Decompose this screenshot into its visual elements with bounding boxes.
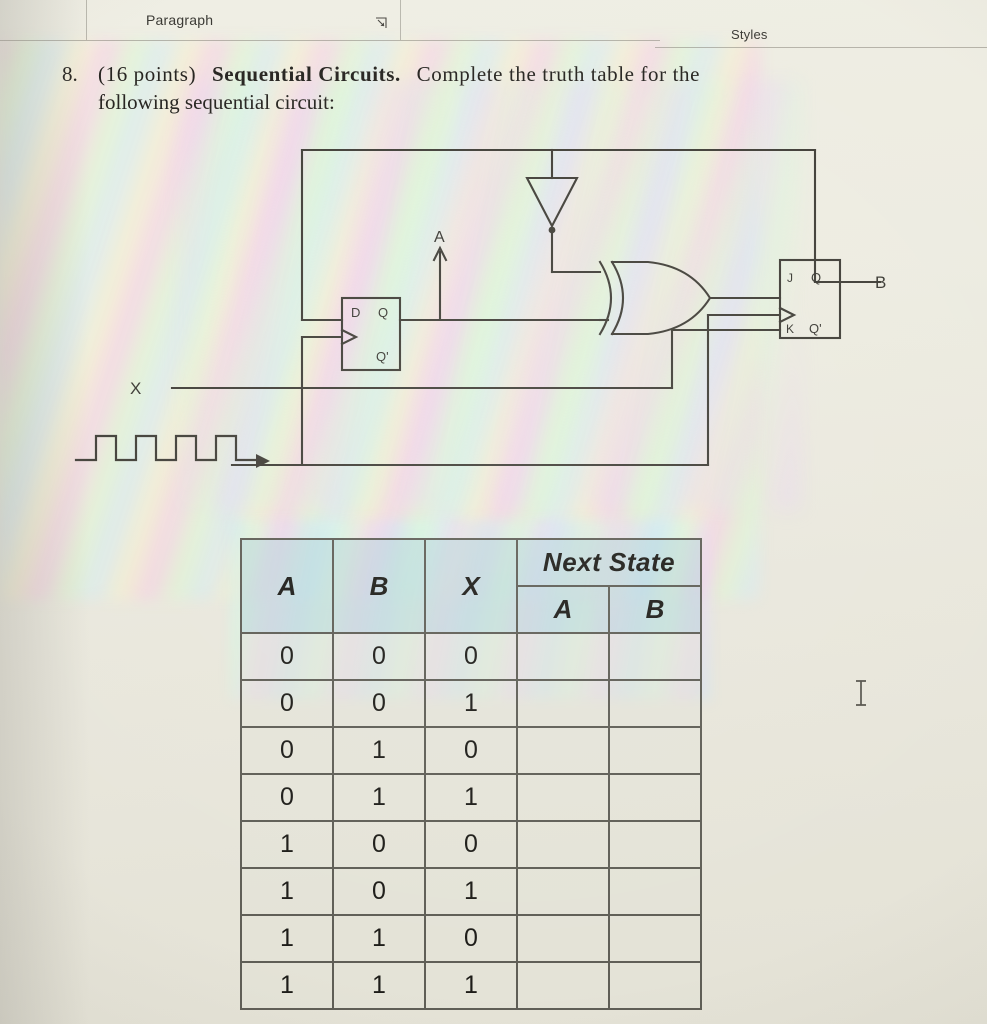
col-header-a: A xyxy=(240,538,334,634)
dff-label-qbar: Q' xyxy=(376,349,389,364)
cell-next-a[interactable] xyxy=(516,679,610,728)
xor-gate-body xyxy=(610,260,712,336)
col-header-x: X xyxy=(424,538,518,634)
cell-next-b[interactable] xyxy=(608,726,702,775)
dialog-box-launcher-icon[interactable] xyxy=(374,16,389,31)
points-label: (16 points) xyxy=(98,62,197,86)
jk-flip-flop-clock-triangle xyxy=(778,306,797,324)
cell-a: 1 xyxy=(240,867,334,916)
cell-next-b[interactable] xyxy=(608,914,702,963)
cell-x: 1 xyxy=(424,679,518,728)
cell-b: 1 xyxy=(332,726,426,775)
styles-group-label: Styles xyxy=(731,27,768,42)
question-title: Sequential Circuits. xyxy=(211,62,401,86)
cell-x: 0 xyxy=(424,632,518,681)
cell-next-b[interactable] xyxy=(608,961,702,1010)
cell-x: 1 xyxy=(424,867,518,916)
jk-label-q: Q xyxy=(811,270,821,285)
col-header-next-a: A xyxy=(516,585,610,634)
paragraph-group-label: Paragraph xyxy=(146,12,214,28)
dff-label-q: Q xyxy=(378,305,388,320)
circuit-label-b: B xyxy=(875,273,886,292)
ribbon-rule-right xyxy=(655,47,987,48)
ribbon-bar: Paragraph Styles xyxy=(0,0,987,52)
table-row: 110 xyxy=(240,914,702,963)
cell-b: 1 xyxy=(332,773,426,822)
cell-x: 1 xyxy=(424,961,518,1010)
cell-b: 0 xyxy=(332,867,426,916)
jk-label-j: J xyxy=(787,271,793,285)
cell-b: 1 xyxy=(332,961,426,1010)
table-row: 000 xyxy=(240,632,702,681)
cell-next-a[interactable] xyxy=(516,914,610,963)
question-prompt-rest: Complete the truth table for the xyxy=(416,62,701,86)
cell-next-a[interactable] xyxy=(516,632,610,681)
cell-next-b[interactable] xyxy=(608,820,702,869)
cell-next-b[interactable] xyxy=(608,632,702,681)
cell-next-b[interactable] xyxy=(608,679,702,728)
question-number: 8. xyxy=(62,62,78,86)
xor-gate-back-arc-outer xyxy=(598,260,612,336)
cell-a: 0 xyxy=(240,679,334,728)
cell-a: 0 xyxy=(240,632,334,681)
cell-b: 1 xyxy=(332,914,426,963)
cell-a: 1 xyxy=(240,914,334,963)
cell-x: 0 xyxy=(424,820,518,869)
cell-next-b[interactable] xyxy=(608,867,702,916)
col-header-next-b: B xyxy=(608,585,702,634)
cell-next-a[interactable] xyxy=(516,773,610,822)
cell-b: 0 xyxy=(332,679,426,728)
table-header-row-group: A B X Next State xyxy=(240,538,702,634)
jk-label-qbar: Q' xyxy=(809,321,822,336)
ribbon-divider-mid xyxy=(400,0,401,40)
table-row: 100 xyxy=(240,820,702,869)
table-row: 011 xyxy=(240,773,702,822)
question-prompt-line1: (16 points) Sequential Circuits. Complet… xyxy=(98,62,898,87)
cell-x: 1 xyxy=(424,773,518,822)
cell-a: 0 xyxy=(240,726,334,775)
truth-table: A B X Next State A B 0000010100111001011… xyxy=(240,538,702,1010)
cell-b: 0 xyxy=(332,820,426,869)
cell-a: 1 xyxy=(240,820,334,869)
question-prompt-line2: following sequential circuit: xyxy=(98,90,335,114)
d-flip-flop-clock-triangle xyxy=(340,328,359,346)
col-header-next-state: Next State xyxy=(516,538,702,587)
cell-next-a[interactable] xyxy=(516,961,610,1010)
table-row: 001 xyxy=(240,679,702,728)
cell-next-b[interactable] xyxy=(608,773,702,822)
col-header-b: B xyxy=(332,538,426,634)
table-row: 101 xyxy=(240,867,702,916)
table-row: 010 xyxy=(240,726,702,775)
cell-x: 0 xyxy=(424,726,518,775)
circuit-label-x: X xyxy=(130,379,141,398)
document-screen: Paragraph Styles 8. (16 points) Sequenti… xyxy=(0,0,987,1024)
cell-b: 0 xyxy=(332,632,426,681)
cell-x: 0 xyxy=(424,914,518,963)
ribbon-divider-left xyxy=(86,0,87,40)
clock-waveform xyxy=(74,434,262,462)
ribbon-rule-left xyxy=(0,40,660,41)
cell-next-a[interactable] xyxy=(516,820,610,869)
circuit-label-a: A xyxy=(434,229,445,246)
inverter-gate-body xyxy=(525,176,579,229)
cell-a: 1 xyxy=(240,961,334,1010)
cell-next-a[interactable] xyxy=(516,726,610,775)
cell-a: 0 xyxy=(240,773,334,822)
table-row: 111 xyxy=(240,961,702,1010)
dff-label-d: D xyxy=(351,305,360,320)
jk-label-k: K xyxy=(786,322,794,336)
cell-next-a[interactable] xyxy=(516,867,610,916)
truth-table-body: 000001010011100101110111 xyxy=(240,632,702,1010)
sequential-circuit-diagram: X A B D Q Q' J Q K Q' xyxy=(60,130,940,490)
text-ibeam-cursor xyxy=(852,678,870,708)
xor-gate-back-arc-inner xyxy=(610,260,624,336)
